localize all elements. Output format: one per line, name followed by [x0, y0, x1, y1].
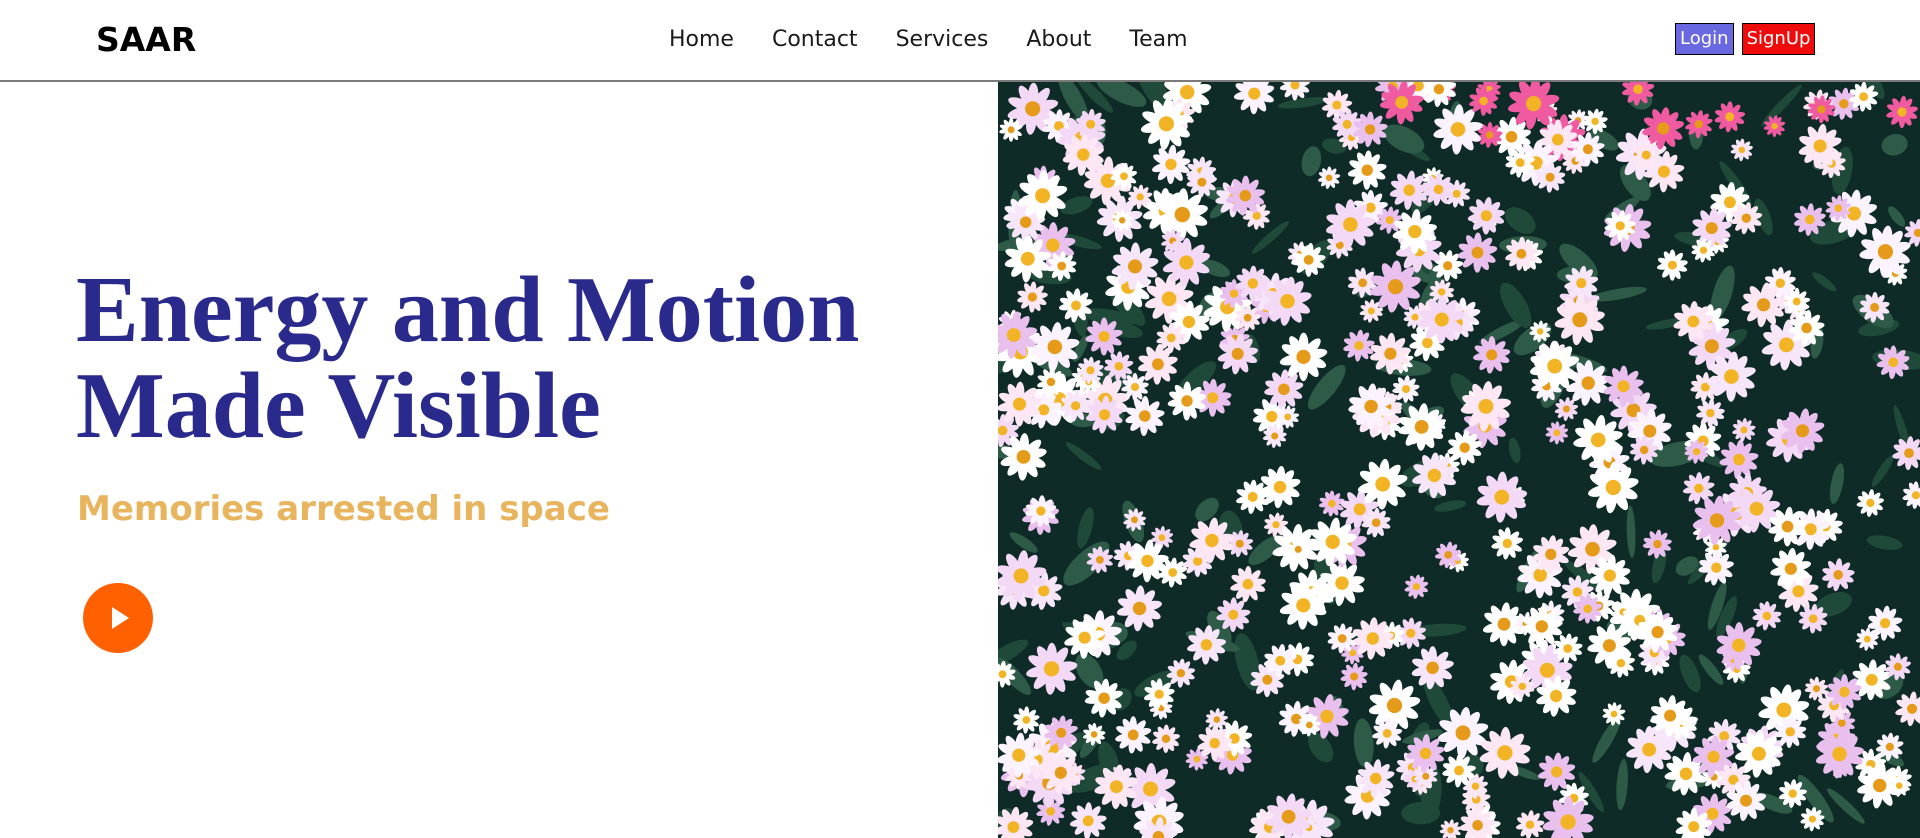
hero-title: Energy and Motion Made Visible [76, 262, 976, 454]
play-button[interactable] [83, 583, 153, 653]
navbar: SAAR Home Contact Services About Team Lo… [0, 0, 1920, 82]
hero-title-line-1: Energy and Motion [76, 258, 860, 362]
signup-button[interactable]: SignUp [1741, 23, 1816, 55]
brand-logo[interactable]: SAAR [96, 20, 196, 60]
nav-item-home[interactable]: Home [669, 24, 734, 56]
auth-buttons: Login SignUp [1675, 23, 1816, 55]
nav-item-about[interactable]: About [1026, 24, 1091, 56]
hero-section: Energy and Motion Made Visible Memories … [0, 82, 998, 838]
nav-item-team[interactable]: Team [1129, 24, 1187, 56]
nav-item-services[interactable]: Services [896, 24, 989, 56]
hero-title-line-2: Made Visible [76, 354, 601, 458]
hero-subtitle: Memories arrested in space [77, 489, 610, 529]
nav-item-contact[interactable]: Contact [772, 24, 858, 56]
hero-flower-image [998, 82, 1920, 838]
play-icon [112, 607, 129, 629]
nav-menu: Home Contact Services About Team [669, 24, 1226, 56]
daisy-flowers-photo [998, 82, 1920, 838]
login-button[interactable]: Login [1675, 23, 1734, 55]
